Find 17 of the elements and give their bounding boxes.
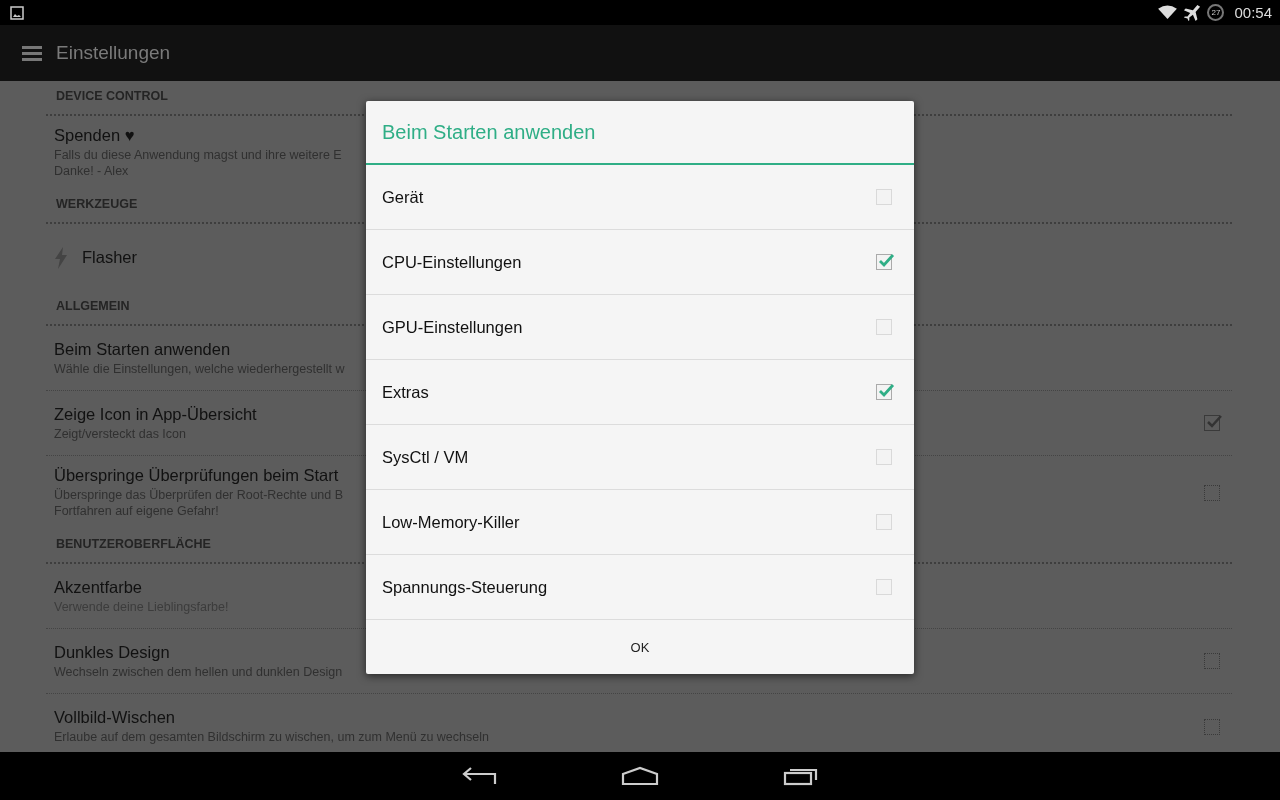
setting-title: Beim Starten anwenden (54, 339, 231, 359)
setting-title: Dunkles Design (54, 642, 170, 662)
battery-indicator: 27 (1207, 4, 1225, 21)
setting-title: Spenden ♥ (54, 126, 135, 145)
option-label: SysCtl / VM (382, 447, 469, 467)
option-label: CPU-Einstellungen (382, 252, 522, 272)
option-label: Low-Memory-Killer (382, 512, 520, 532)
setting-title: Vollbild-Wischen (54, 708, 176, 727)
option-label: Gerät (382, 187, 424, 207)
dialog-title: Beim Starten anwenden (366, 101, 914, 165)
option-label: Extras (382, 382, 429, 402)
setting-title: Akzentfarbe (54, 577, 143, 597)
clock-time: 00:54 (1234, 4, 1272, 21)
setting-title: Zeige Icon in App-Übersicht (54, 404, 257, 424)
screen-title: Einstellungen (56, 42, 171, 64)
setting-title: Überspringe Überprüfungen beim Start (54, 466, 339, 485)
option-label: Spannungs-Steuerung (382, 577, 548, 597)
